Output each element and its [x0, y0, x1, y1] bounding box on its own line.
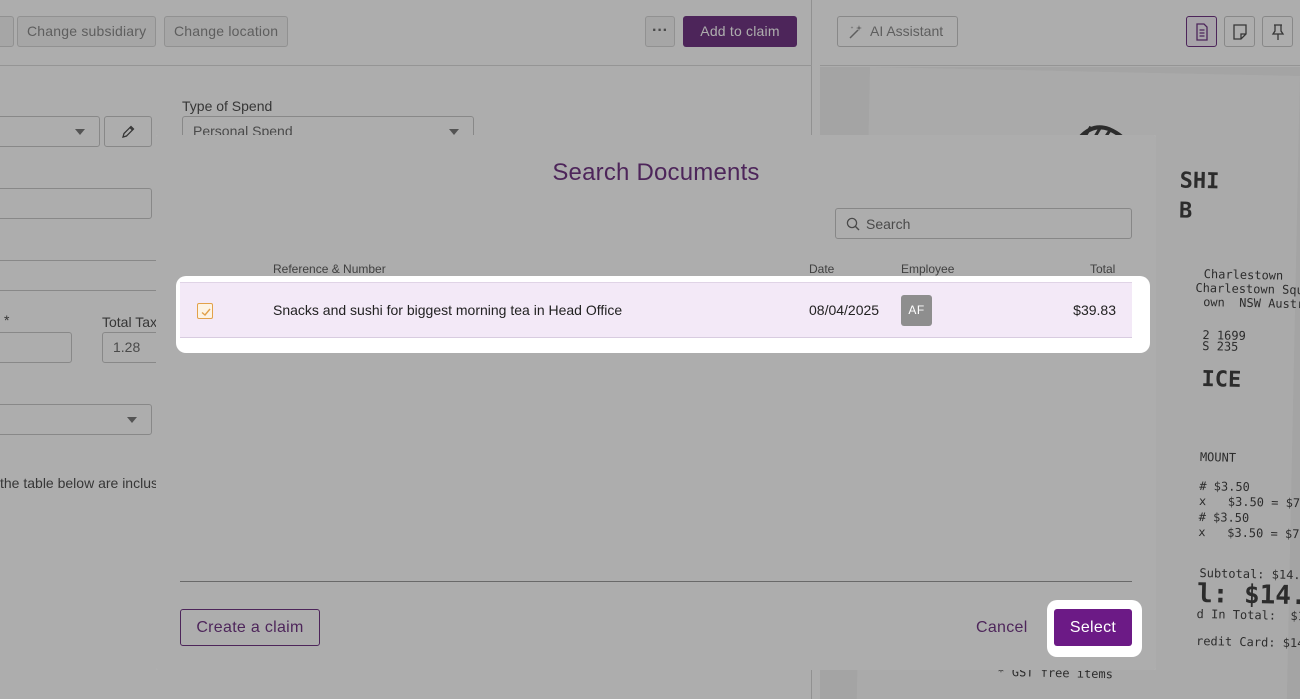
footer-divider: [180, 581, 1132, 582]
column-header-total[interactable]: Total: [1090, 262, 1115, 276]
column-header-employee[interactable]: Employee: [901, 262, 954, 276]
create-claim-button[interactable]: Create a claim: [180, 609, 320, 646]
search-input[interactable]: [866, 209, 1126, 238]
row-total: $39.83: [1073, 302, 1116, 318]
column-header-date[interactable]: Date: [809, 262, 834, 276]
search-documents-dialog: Search Documents Reference & Number Date…: [156, 135, 1156, 670]
dialog-title: Search Documents: [552, 159, 760, 186]
checkmark-icon: [201, 308, 211, 316]
table-row[interactable]: Snacks and sushi for biggest morning tea…: [180, 282, 1132, 338]
select-button[interactable]: Select: [1054, 609, 1132, 646]
cancel-button[interactable]: Cancel: [976, 609, 1028, 646]
search-field[interactable]: [835, 208, 1132, 239]
row-reference: Snacks and sushi for biggest morning tea…: [273, 302, 623, 318]
row-checkbox[interactable]: [197, 303, 213, 319]
search-icon: [846, 217, 860, 231]
column-header-reference[interactable]: Reference & Number: [273, 262, 386, 276]
row-date: 08/04/2025: [809, 302, 880, 318]
employee-avatar: AF: [901, 295, 932, 326]
